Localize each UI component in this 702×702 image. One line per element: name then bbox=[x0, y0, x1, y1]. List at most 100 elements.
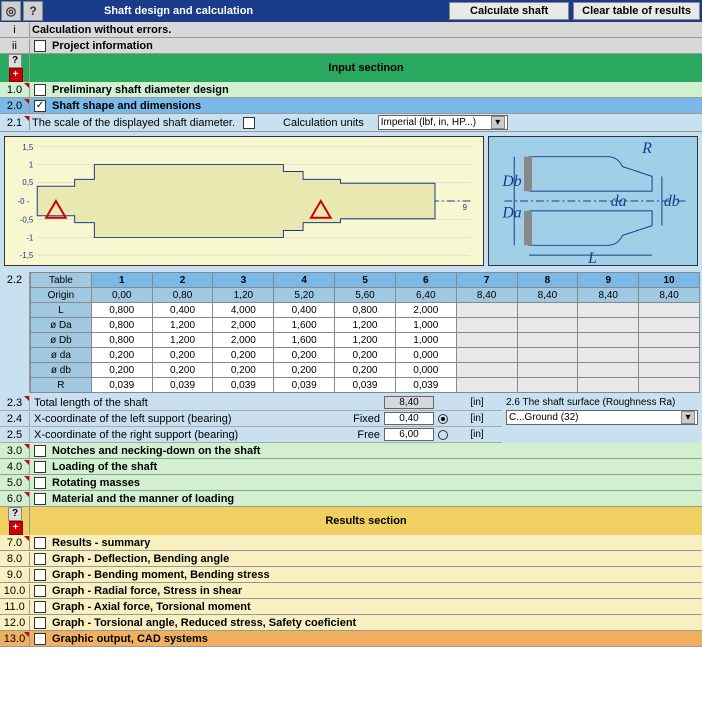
project-info-checkbox[interactable] bbox=[34, 40, 46, 52]
row-preliminary-design: 1.0 Preliminary shaft diameter design bbox=[0, 82, 702, 98]
shaft-shape-checkbox[interactable] bbox=[34, 100, 46, 112]
graph-checkbox[interactable] bbox=[34, 569, 46, 581]
help-section-button[interactable]: ? bbox=[8, 54, 22, 68]
row-num: 13.0 bbox=[0, 632, 30, 646]
diag-label-da: da bbox=[611, 193, 627, 210]
row-num: 8.0 bbox=[0, 552, 30, 566]
row-num: 2.5 bbox=[0, 428, 30, 442]
graph-checkbox[interactable] bbox=[34, 553, 46, 565]
graph-label: Graph - Axial force, Torsional moment bbox=[50, 600, 702, 614]
surface-dropdown[interactable]: C...Ground (32) ▾ bbox=[506, 410, 698, 425]
row-graph-radial: 10.0 Graph - Radial force, Stress in she… bbox=[0, 583, 702, 599]
diag-label-db: db bbox=[664, 193, 680, 210]
help-icon[interactable]: ? bbox=[23, 1, 43, 21]
shaft-shape-label: Shaft shape and dimensions bbox=[50, 99, 702, 113]
svg-text:1: 1 bbox=[29, 161, 33, 170]
row-num: 4.0 bbox=[0, 460, 30, 474]
svg-text:0,5: 0,5 bbox=[22, 178, 34, 187]
shaft-dimensions-table[interactable]: Table12345678910Origin0,000,801,205,205,… bbox=[30, 272, 700, 393]
unit-label: [in] bbox=[452, 413, 502, 424]
loading-label: Loading of the shaft bbox=[50, 460, 702, 474]
diag-label-L: L bbox=[587, 250, 597, 265]
material-label: Material and the manner of loading bbox=[50, 492, 702, 506]
row-num: 2.6 bbox=[506, 397, 520, 408]
right-support-mode: Free bbox=[334, 429, 384, 441]
loading-checkbox[interactable] bbox=[34, 461, 46, 473]
unit-label: [in] bbox=[452, 429, 502, 440]
cad-checkbox[interactable] bbox=[34, 633, 46, 645]
svg-text:1,5: 1,5 bbox=[22, 143, 34, 152]
svg-text:-0,5: -0,5 bbox=[20, 216, 34, 225]
row-graph-axial: 11.0 Graph - Axial force, Torsional mome… bbox=[0, 599, 702, 615]
row-num: 10.0 bbox=[0, 584, 30, 598]
preliminary-checkbox[interactable] bbox=[34, 84, 46, 96]
units-dropdown[interactable]: Imperial (lbf, in, HP...) ▾ bbox=[378, 115, 508, 130]
left-support-mode: Fixed bbox=[334, 413, 384, 425]
svg-text:-0 -: -0 - bbox=[18, 197, 30, 206]
input-section-title: Input sectinon bbox=[30, 60, 702, 76]
row-num: 11.0 bbox=[0, 600, 30, 614]
row-graph-deflection: 8.0 Graph - Deflection, Bending angle bbox=[0, 551, 702, 567]
left-support-input[interactable]: 0,40 bbox=[384, 412, 434, 425]
row-right-support: 2.5 X-coordinate of the right support (b… bbox=[0, 427, 502, 443]
graph-checkbox[interactable] bbox=[34, 617, 46, 629]
row-num: 2.2 bbox=[0, 272, 30, 393]
units-label: Calculation units bbox=[283, 117, 364, 129]
svg-text:9: 9 bbox=[463, 203, 467, 212]
row-total-length: 2.3 Total length of the shaft 8,40 [in] bbox=[0, 395, 502, 411]
row-num: 2.4 bbox=[0, 412, 30, 426]
info-row-i: i Calculation without errors. bbox=[0, 22, 702, 38]
expand-section-button[interactable]: + bbox=[9, 68, 23, 82]
svg-text:-1: -1 bbox=[26, 233, 33, 242]
total-length-value: 8,40 bbox=[384, 396, 434, 409]
right-support-radio[interactable] bbox=[438, 430, 448, 440]
notches-checkbox[interactable] bbox=[34, 445, 46, 457]
graph-label: Graph - Radial force, Stress in shear bbox=[50, 584, 702, 598]
row-num: 3.0 bbox=[0, 444, 30, 458]
graph-checkbox[interactable] bbox=[34, 601, 46, 613]
row-num: 9.0 bbox=[0, 568, 30, 582]
calculate-shaft-button[interactable]: Calculate shaft bbox=[449, 2, 569, 20]
graphics-area: 1,5 1 0,5 -0 - -0,5 -1 -1,5 12 34 56 78 … bbox=[0, 132, 702, 270]
row-num: 2.1 bbox=[0, 116, 30, 130]
dropdown-arrow-icon: ▾ bbox=[681, 411, 695, 424]
graph-label: Graph - Torsional angle, Reduced stress,… bbox=[50, 616, 702, 630]
total-length-label: Total length of the shaft bbox=[30, 396, 334, 410]
row-num: 12.0 bbox=[0, 616, 30, 630]
graph-checkbox[interactable] bbox=[34, 585, 46, 597]
unit-label: [in] bbox=[452, 397, 502, 408]
rotating-masses-checkbox[interactable] bbox=[34, 477, 46, 489]
row-notches: 3.0 Notches and necking-down on the shaf… bbox=[0, 443, 702, 459]
app-icon[interactable]: ◎ bbox=[1, 1, 21, 21]
surface-dropdown-value: C...Ground (32) bbox=[509, 412, 578, 423]
diag-label-Db: Db bbox=[501, 173, 521, 190]
svg-text:-1,5: -1,5 bbox=[20, 251, 34, 260]
results-section-title: Results section bbox=[30, 513, 702, 529]
row-num: 2.0 bbox=[0, 99, 30, 113]
scale-label: The scale of the displayed shaft diamete… bbox=[32, 117, 235, 129]
left-support-radio[interactable] bbox=[438, 414, 448, 424]
row-num: ii bbox=[0, 39, 30, 53]
units-dropdown-value: Imperial (lbf, in, HP...) bbox=[381, 117, 476, 128]
scale-checkbox[interactable] bbox=[243, 117, 255, 129]
left-support-label: X-coordinate of the left support (bearin… bbox=[30, 412, 334, 426]
expand-section-button[interactable]: + bbox=[9, 521, 23, 535]
graph-label: Graph - Bending moment, Bending stress bbox=[50, 568, 702, 582]
row-material: 6.0 Material and the manner of loading bbox=[0, 491, 702, 507]
cad-label: Graphic output, CAD systems bbox=[50, 632, 702, 646]
info-row-ii: ii Project information bbox=[0, 38, 702, 54]
preliminary-label: Preliminary shaft diameter design bbox=[50, 83, 702, 97]
graph-label: Graph - Deflection, Bending angle bbox=[50, 552, 702, 566]
calc-status: Calculation without errors. bbox=[30, 23, 702, 37]
right-support-input[interactable]: 6,00 bbox=[384, 428, 434, 441]
material-checkbox[interactable] bbox=[34, 493, 46, 505]
clear-results-button[interactable]: Clear table of results bbox=[573, 2, 700, 20]
row-scale-units: 2.1 The scale of the displayed shaft dia… bbox=[0, 114, 702, 132]
dropdown-arrow-icon: ▾ bbox=[491, 116, 505, 129]
row-num: 5.0 bbox=[0, 476, 30, 490]
results-section-header: ?+ Results section bbox=[0, 507, 702, 535]
row-rotating-masses: 5.0 Rotating masses bbox=[0, 475, 702, 491]
surface-label: The shaft surface (Roughness Ra) bbox=[523, 397, 676, 408]
help-section-button[interactable]: ? bbox=[8, 507, 22, 521]
results-checkbox[interactable] bbox=[34, 537, 46, 549]
